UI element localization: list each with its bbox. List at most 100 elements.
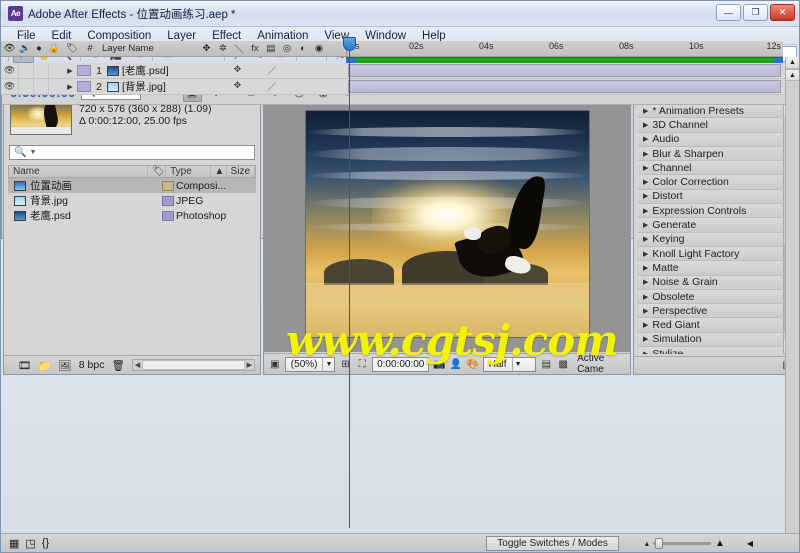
layer-duration-bar[interactable] xyxy=(348,64,781,77)
chevron-right-icon[interactable]: ▶ xyxy=(63,83,77,91)
delete-icon[interactable]: 🗑 xyxy=(111,359,124,372)
effect-category[interactable]: ▶ Expression Controls xyxy=(638,204,782,219)
column-size[interactable]: Size xyxy=(227,166,255,177)
layer-visibility-toggle[interactable]: 👁 xyxy=(1,81,18,92)
column-type[interactable]: Type xyxy=(166,166,211,177)
switch-icon-quality[interactable]: ＼ xyxy=(231,41,247,56)
eye-icon[interactable]: 👁 xyxy=(1,41,18,56)
label-swatch[interactable] xyxy=(162,210,174,221)
switch-icon-frameblend[interactable]: ▤ xyxy=(263,41,279,56)
toggle-switches-modes-button[interactable]: Toggle Switches / Modes xyxy=(486,535,619,551)
list-item[interactable]: 位置动画 Composi... xyxy=(8,178,256,193)
effect-category[interactable]: ▶ Stylize xyxy=(638,347,782,354)
effect-category[interactable]: ▶ Red Giant xyxy=(638,318,782,333)
effect-category[interactable]: ▶ 3D Channel xyxy=(638,118,782,133)
layer-label-swatch[interactable] xyxy=(77,65,91,76)
layer-lock-toggle[interactable] xyxy=(48,79,63,94)
switch-icon-shy[interactable]: ✲ xyxy=(215,41,231,56)
lock-icon[interactable]: 🔒 xyxy=(46,41,62,56)
scroll-up-icon[interactable]: ▲ xyxy=(786,57,799,69)
switch-shy-icon[interactable] xyxy=(246,64,263,77)
table-row[interactable]: 👁 ▶ 1 [老鹰.psd] ✥ ／ xyxy=(1,63,799,79)
menu-item-animation[interactable]: Animation xyxy=(249,30,316,42)
switch-motion-icon[interactable]: ✥ xyxy=(229,80,246,93)
zoom-track[interactable] xyxy=(652,537,711,549)
switch-quality-icon[interactable]: ／ xyxy=(263,80,280,93)
project-search-input[interactable]: 🔍 ▼ xyxy=(9,145,255,160)
effect-category[interactable]: ▶ Audio xyxy=(638,132,782,147)
timeline-ruler[interactable]: 0s 02s 04s 06s 08s 10s 12s xyxy=(346,41,783,57)
effect-category[interactable]: ▶ Distort xyxy=(638,189,782,205)
effect-category[interactable]: ▶ Obsolete xyxy=(638,289,782,305)
layer-name[interactable]: [老鹰.psd] xyxy=(122,63,169,78)
scroll-thumb[interactable] xyxy=(142,360,245,370)
timeline-zoom-slider[interactable]: ▴ ▲ xyxy=(645,537,725,549)
label-swatch[interactable] xyxy=(162,180,174,191)
minimize-button[interactable]: — xyxy=(716,4,741,21)
zoom-in-icon[interactable]: ▲ xyxy=(715,538,725,549)
audio-icon[interactable]: 🔊 xyxy=(18,41,32,56)
chevron-right-icon[interactable]: ▶ xyxy=(63,67,77,75)
layer-name[interactable]: [背景.jpg] xyxy=(122,79,166,94)
effect-category[interactable]: ▶ Knoll Light Factory xyxy=(638,246,782,262)
layer-switches-icon[interactable]: ◳ xyxy=(25,537,35,550)
switch-icon-adjustment[interactable]: ◐ xyxy=(295,41,311,56)
zoom-knob[interactable] xyxy=(654,537,663,549)
effect-category[interactable]: ▶ Color Correction xyxy=(638,175,782,190)
layer-audio-toggle[interactable] xyxy=(18,63,33,78)
expression-icon[interactable]: {} xyxy=(42,537,49,549)
layer-lock-toggle[interactable] xyxy=(48,63,63,78)
search-dropdown-icon[interactable]: ▼ xyxy=(29,149,36,156)
timeline-scroll-left-icon[interactable]: ◀ xyxy=(747,539,753,548)
layer-audio-toggle[interactable] xyxy=(18,79,33,94)
switch-icon-effects[interactable]: fx xyxy=(247,41,263,56)
column-name[interactable]: Name xyxy=(9,166,149,177)
scroll-left-icon[interactable]: ◀ xyxy=(135,361,140,369)
layer-label-swatch[interactable] xyxy=(77,81,91,92)
effect-category[interactable]: ▶ Noise & Grain xyxy=(638,275,782,290)
effect-category[interactable]: ▶ Perspective xyxy=(638,304,782,319)
playhead-handle[interactable] xyxy=(343,37,356,51)
close-button[interactable]: ✕ xyxy=(770,4,795,21)
label-icon[interactable]: 🏷 xyxy=(62,41,82,56)
zoom-out-icon[interactable]: ▴ xyxy=(645,539,649,548)
interpret-footage-icon[interactable]: 🎞 xyxy=(18,359,31,372)
menu-item-file[interactable]: File xyxy=(9,30,44,42)
layer-visibility-toggle[interactable]: 👁 xyxy=(1,65,18,76)
scroll-down-icon[interactable]: ▲ xyxy=(786,69,799,81)
new-folder-icon[interactable]: 📁 xyxy=(38,359,51,372)
effect-category[interactable]: ▶ * Animation Presets xyxy=(638,104,782,119)
layer-solo-toggle[interactable] xyxy=(33,79,48,94)
menu-item-help[interactable]: Help xyxy=(414,30,454,42)
list-item[interactable]: 老鹰.psd Photoshop xyxy=(8,208,256,223)
effect-category[interactable]: ▶ Keying xyxy=(638,232,782,247)
solo-icon[interactable]: ● xyxy=(32,41,46,56)
effect-category[interactable]: ▶ Matte xyxy=(638,261,782,276)
menu-item-composition[interactable]: Composition xyxy=(79,30,159,42)
column-layer-name[interactable]: Layer Name xyxy=(98,41,198,56)
sort-ascending-icon[interactable]: ▲ xyxy=(211,166,227,177)
switch-icon-motion[interactable]: ✥ xyxy=(198,41,215,56)
composition-flowchart-icon[interactable]: ▦ xyxy=(9,537,19,550)
switch-quality-icon[interactable]: ／ xyxy=(263,64,280,77)
list-item[interactable]: 背景.jpg JPEG xyxy=(8,193,256,208)
switch-icon-3d[interactable]: ◉ xyxy=(311,41,327,56)
switch-icon-motionblur[interactable]: ◎ xyxy=(279,41,295,56)
project-horizontal-scrollbar[interactable]: ◀ ▶ xyxy=(131,359,255,371)
toggle-transparency-icon[interactable]: ▣ xyxy=(268,357,282,372)
menu-item-edit[interactable]: Edit xyxy=(44,30,80,42)
new-composition-icon[interactable]: 🖼 xyxy=(58,359,71,372)
maximize-button[interactable]: ❐ xyxy=(743,4,768,21)
effect-category[interactable]: ▶ Channel xyxy=(638,161,782,176)
menu-item-layer[interactable]: Layer xyxy=(159,30,204,42)
label-swatch[interactable] xyxy=(162,195,174,206)
scroll-right-icon[interactable]: ▶ xyxy=(247,361,252,369)
switch-motion-icon[interactable]: ✥ xyxy=(229,64,246,77)
menu-item-window[interactable]: Window xyxy=(357,30,414,42)
composition-viewer[interactable] xyxy=(264,96,630,352)
menu-item-effect[interactable]: Effect xyxy=(204,30,249,42)
timeline-vertical-scrollbar[interactable]: ▲ ▲ xyxy=(785,57,799,533)
effect-category[interactable]: ▶ Simulation xyxy=(638,332,782,348)
layer-solo-toggle[interactable] xyxy=(33,63,48,78)
switch-shy-icon[interactable] xyxy=(246,80,263,93)
